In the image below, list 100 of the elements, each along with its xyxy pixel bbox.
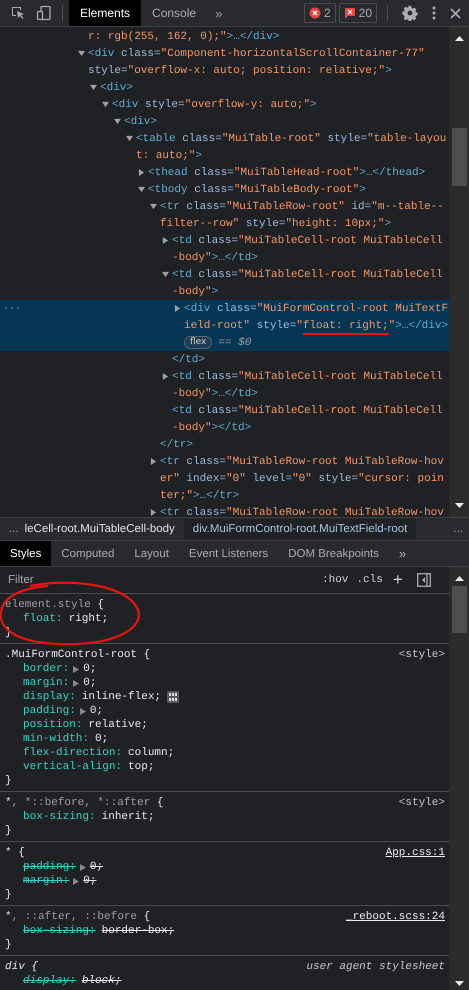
disclosure-triangle-icon[interactable] — [162, 373, 169, 380]
disclosure-triangle-icon[interactable] — [138, 169, 145, 176]
hover-state-button[interactable]: :hov — [318, 574, 352, 586]
property-value[interactable]: top; — [128, 760, 154, 774]
property-name[interactable]: vertical-align: — [23, 760, 122, 774]
expand-triangle-icon[interactable] — [73, 878, 80, 884]
property-name[interactable]: padding: — [23, 860, 76, 874]
property-value[interactable]: inline-flex; — [82, 690, 162, 704]
error-count-button[interactable]: 2 — [304, 3, 336, 23]
property-value[interactable]: column; — [128, 746, 174, 760]
dom-node[interactable]: <td class="MuiTableCell-root MuiTableCell -body"> — [0, 266, 449, 300]
disclosure-triangle-icon[interactable] — [126, 135, 133, 142]
property-value[interactable]: relative; — [88, 718, 148, 732]
breadcrumb[interactable]: div.MuiFormControl-root.MuiTextField-root — [184, 519, 416, 539]
expand-triangle-icon[interactable] — [80, 708, 86, 714]
dom-node[interactable]: <td class="MuiTableCell-root MuiTableCell -body"></td> — [0, 402, 449, 436]
property-name[interactable]: float: — [23, 612, 63, 626]
property-name[interactable]: margin: — [23, 676, 70, 690]
property-name[interactable]: display: — [23, 974, 76, 988]
issue-count-button[interactable]: 20 — [338, 3, 377, 23]
dom-node[interactable]: <div> — [0, 79, 449, 96]
disclosure-triangle-icon[interactable] — [174, 305, 181, 312]
panel-tab[interactable]: Elements — [69, 0, 142, 26]
scroll-up-icon[interactable] — [454, 36, 464, 41]
property-value[interactable]: 0; — [90, 860, 104, 874]
property-name[interactable]: box-sizing: — [23, 924, 96, 938]
device-icon[interactable] — [36, 5, 52, 21]
sidebar-tab[interactable]: DOM Breakpoints — [278, 541, 389, 566]
dom-node[interactable]: ... <div class="MuiFormControl-root MuiTextF ield-root" style="float: right;">…</div> flex == $0 — [0, 300, 449, 351]
class-button[interactable]: .cls — [352, 574, 387, 586]
property-name[interactable]: min-width: — [23, 732, 90, 746]
sidebar-toggle-icon[interactable] — [416, 573, 431, 587]
sidebar-tab[interactable]: Computed — [51, 541, 124, 566]
disclosure-triangle-icon[interactable] — [150, 203, 157, 210]
more-options-icon[interactable] — [432, 6, 436, 20]
property-value[interactable]: 0; — [83, 662, 96, 676]
dom-node[interactable]: <thead class="MuiTableHead-root">…</thead> — [0, 164, 449, 181]
dom-node[interactable]: <div> — [0, 113, 449, 130]
more-tabs-button[interactable]: » — [388, 541, 416, 566]
panel-tab[interactable]: Console — [141, 0, 208, 26]
breadcrumb[interactable]: leCell-root.MuiTableCell-body — [24, 523, 184, 535]
source-link[interactable]: _reboot.scss:24 — [346, 910, 445, 924]
new-rule-button[interactable]: + — [386, 570, 409, 590]
node-menu-dots[interactable]: ... — [3, 300, 22, 314]
scroll-thumb[interactable] — [452, 128, 466, 186]
disclosure-triangle-icon[interactable] — [150, 509, 157, 516]
expand-triangle-icon[interactable] — [73, 680, 80, 686]
scrollbar[interactable] — [449, 567, 469, 990]
close-icon[interactable] — [450, 8, 461, 18]
expand-triangle-icon[interactable] — [73, 666, 80, 672]
dom-node[interactable]: <tr class="MuiTableRow-root" id="m--table-- filter--row" style="height: 10px;"> — [0, 198, 449, 232]
dom-node[interactable]: <div style="overflow-y: auto;"> — [0, 96, 449, 113]
sidebar-tab[interactable]: Styles — [0, 541, 52, 566]
disclosure-triangle-icon[interactable] — [162, 237, 169, 244]
dom-node[interactable]: r: rgb(255, 162, 0);">…</div> — [0, 28, 449, 45]
source-link[interactable]: App.css:1 — [386, 846, 445, 860]
disclosure-triangle-icon[interactable] — [114, 118, 121, 125]
more-tabs-button[interactable]: » — [207, 6, 230, 20]
scroll-down-icon[interactable] — [454, 981, 464, 986]
sidebar-tab[interactable]: Event Listeners — [178, 541, 278, 566]
dom-node[interactable]: <td class="MuiTableCell-root MuiTableCell -body">…</td> — [0, 368, 449, 402]
flexbox-editor-icon[interactable] — [167, 691, 180, 703]
scroll-down-icon[interactable] — [454, 503, 464, 508]
expand-triangle-icon[interactable] — [80, 864, 86, 870]
dom-node[interactable]: <table class="MuiTable-root" style="table-layou t: auto;"> — [0, 130, 449, 164]
property-value[interactable]: 0; — [83, 676, 96, 690]
property-value[interactable]: border-box; — [102, 924, 174, 938]
scroll-up-icon[interactable] — [454, 576, 464, 581]
property-name[interactable]: position: — [23, 718, 82, 732]
dom-node[interactable]: <tr class="MuiTableRow-root MuiTableRow-hov — [0, 504, 449, 517]
disclosure-triangle-icon[interactable] — [150, 458, 157, 465]
dom-node[interactable]: <td class="MuiTableCell-root MuiTableCell -body">…</td> — [0, 232, 449, 266]
property-name[interactable]: flex-direction: — [23, 746, 122, 760]
property-name[interactable]: border: — [23, 662, 70, 676]
dom-node[interactable]: <tbody class="MuiTableBody-root"> — [0, 181, 449, 198]
disclosure-triangle-icon[interactable] — [90, 84, 97, 91]
flex-badge[interactable]: flex — [184, 336, 212, 349]
disclosure-triangle-icon[interactable] — [138, 186, 145, 193]
dom-node[interactable]: <div class="Component-horizontalScrollContainer-77" style="overflow-x: auto; position: relative;"> — [0, 45, 449, 79]
property-value[interactable]: 0; — [90, 704, 104, 718]
property-name[interactable]: padding: — [23, 704, 76, 718]
breadcrumb-overflow[interactable]: ... — [444, 523, 469, 535]
scrollbar[interactable] — [449, 27, 469, 517]
property-name[interactable]: box-sizing: — [23, 810, 96, 824]
property-value[interactable]: inherit; — [102, 810, 154, 824]
scroll-thumb[interactable] — [452, 586, 466, 633]
breadcrumb-overflow[interactable]: ... — [0, 523, 25, 535]
property-value[interactable]: 0; — [95, 732, 108, 746]
dom-node[interactable]: <tr class="MuiTableRow-root MuiTableRow-hov er" index="0" level="0" style="cursor: poin ter;">…</tr> — [0, 453, 449, 504]
property-value[interactable]: block; — [82, 974, 122, 988]
property-name[interactable]: margin: — [23, 874, 70, 888]
disclosure-triangle-icon[interactable] — [162, 271, 169, 278]
property-name[interactable]: display: — [23, 690, 76, 704]
settings-icon[interactable] — [402, 5, 418, 21]
inspect-icon[interactable] — [10, 5, 26, 21]
disclosure-triangle-icon[interactable] — [78, 50, 85, 57]
property-value[interactable]: right; — [68, 612, 108, 626]
disclosure-triangle-icon[interactable] — [102, 101, 109, 108]
sidebar-tab[interactable]: Layout — [124, 541, 179, 566]
property-value[interactable]: 0; — [83, 874, 96, 888]
